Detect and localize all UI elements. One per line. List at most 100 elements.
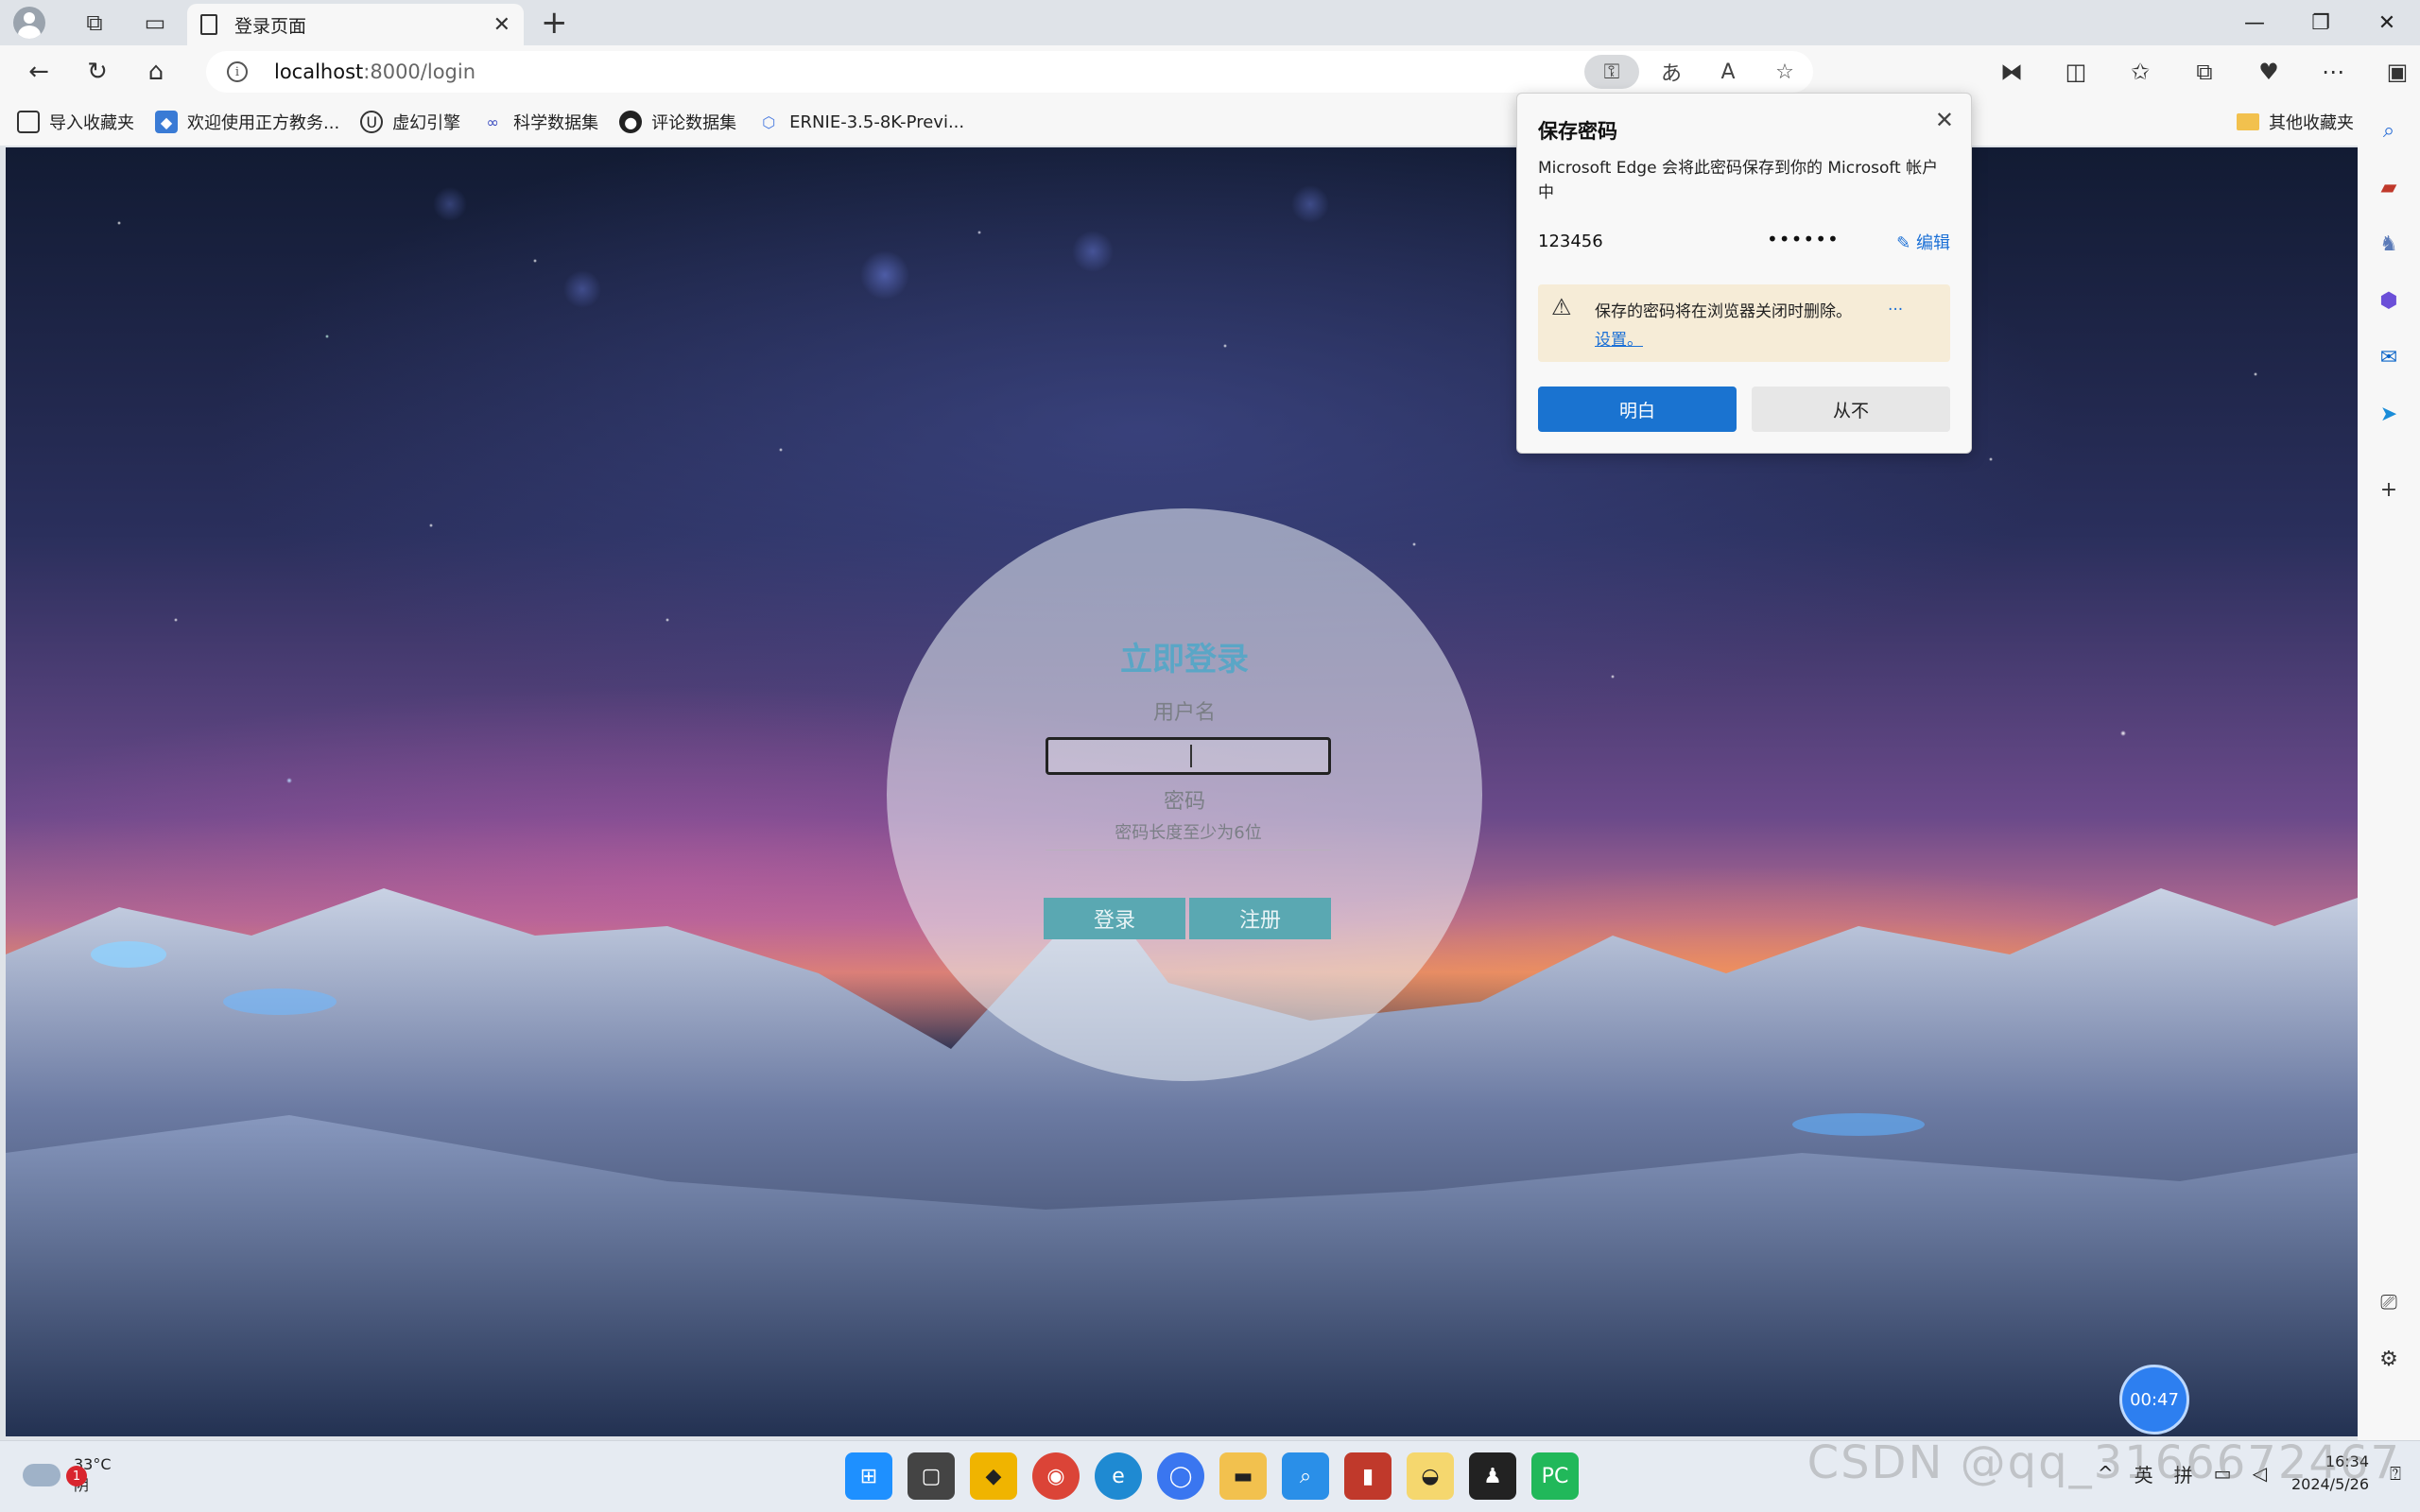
split-screen-icon[interactable]: ◫: [2044, 59, 2108, 85]
warning-more-link[interactable]: ...: [1888, 296, 1903, 315]
paint-app-icon[interactable]: ◒: [1407, 1452, 1454, 1500]
signal-icon[interactable]: ◯: [1157, 1452, 1204, 1500]
add-sidebar-icon[interactable]: +: [2370, 471, 2408, 508]
dataset-icon: ∞: [486, 112, 499, 131]
pencil-icon: ✎: [1896, 233, 1911, 253]
login-form: 立即登录 用户名 密码 登录 注册: [887, 508, 1482, 1081]
fav-item-zf[interactable]: ◆ 欢迎使用正方教务...: [155, 110, 339, 134]
translate-icon[interactable]: あ: [1643, 57, 1700, 87]
login-page: 立即登录 用户名 密码 登录 注册 00:47: [6, 147, 2358, 1436]
url-path: :8000/login: [363, 60, 476, 83]
minimize-button[interactable]: —: [2221, 0, 2288, 45]
favorites-icon[interactable]: ✩: [2108, 59, 2172, 85]
warning-icon: ⚠: [1551, 294, 1572, 320]
fav-item-github[interactable]: ● 评论数据集: [619, 110, 736, 134]
taskbar-apps: ⊞ ▢ ◆ ◉ e ◯ ▬ ⌕ ▮ ◒ ♟ PC: [845, 1452, 1594, 1500]
workspaces-icon[interactable]: ⧉: [74, 2, 115, 43]
text-caret: [1190, 745, 1192, 767]
warning-banner: ⚠ 保存的密码将在浏览器关闭时删除。 ... 设置。: [1538, 284, 1950, 362]
phone-app-icon[interactable]: ▮: [1344, 1452, 1392, 1500]
file-explorer-icon[interactable]: ▬: [1219, 1452, 1267, 1500]
fav-label: ERNIE-3.5-8K-Previ...: [789, 112, 965, 132]
settings-link[interactable]: 设置。: [1595, 326, 1643, 350]
fav-item-dataset[interactable]: ∞ 科学数据集: [481, 110, 599, 134]
tab-close-icon[interactable]: ✕: [493, 13, 510, 37]
folder-icon: [2237, 113, 2259, 130]
tools-icon[interactable]: ▰: [2370, 168, 2408, 206]
other-favorites-label: 其他收藏夹: [2269, 113, 2354, 133]
search-app-icon[interactable]: ⌕: [1282, 1452, 1329, 1500]
weather-widget[interactable]: 1 33°C 阴: [23, 1454, 112, 1496]
maximize-button[interactable]: ❐: [2288, 0, 2354, 45]
dialog-description: Microsoft Edge 会将此密码保存到你的 Microsoft 帐户中: [1538, 159, 1939, 202]
qq-icon[interactable]: ♟: [1469, 1452, 1516, 1500]
sidebar-toggle-icon[interactable]: ▣: [2365, 59, 2420, 85]
fav-label: 导入收藏夹: [49, 113, 134, 133]
url-host: localhost: [274, 60, 364, 83]
vertical-tabs-icon[interactable]: ▭: [134, 2, 176, 43]
toolbar: ← ↻ ⌂ i localhost:8000/login ⚿ あ A ☆ ⧓ ◫…: [0, 45, 2420, 98]
vpn-icon[interactable]: ◆: [970, 1452, 1017, 1500]
import-icon: [17, 111, 40, 133]
username-label: 用户名: [1152, 701, 1216, 725]
tab-strip: ⧉ ▭ 登录页面 ✕ + — ❐ ✕: [0, 0, 2420, 45]
refresh-button[interactable]: ↻: [68, 45, 127, 98]
dialog-title: 保存密码: [1538, 120, 1617, 143]
edit-link[interactable]: ✎ 编辑: [1896, 230, 1950, 254]
save-password-dialog: 保存密码 ✕ Microsoft Edge 会将此密码保存到你的 Microso…: [1516, 93, 1972, 454]
games-icon[interactable]: ♞: [2370, 225, 2408, 263]
fav-label: 虚幻引擎: [392, 113, 461, 133]
back-button[interactable]: ←: [9, 45, 68, 98]
dialog-close-icon[interactable]: ✕: [1935, 107, 1954, 133]
home-button[interactable]: ⌂: [127, 45, 185, 98]
task-view-icon[interactable]: ▢: [908, 1452, 955, 1500]
cloud-icon: [23, 1464, 60, 1486]
never-button[interactable]: 从不: [1752, 387, 1950, 432]
login-button[interactable]: 登录: [1044, 898, 1185, 939]
username-input[interactable]: [1046, 737, 1331, 775]
password-key-icon[interactable]: ⚿: [1584, 55, 1639, 89]
other-favorites[interactable]: 其他收藏夹: [2237, 98, 2354, 146]
outlook-icon[interactable]: ✉: [2370, 338, 2408, 376]
extensions-icon[interactable]: ⧓: [1979, 59, 2044, 85]
csdn-watermark: CSDN @qq_3166672467: [1806, 1436, 2401, 1489]
site-info-icon[interactable]: i: [227, 61, 248, 82]
favorite-star-icon[interactable]: ☆: [1756, 60, 1813, 84]
browser-essentials-icon[interactable]: ♥: [2237, 59, 2301, 85]
fav-label: 欢迎使用正方教务...: [187, 113, 340, 133]
pycharm-icon[interactable]: PC: [1531, 1452, 1579, 1500]
window-controls: — ❐ ✕: [2221, 0, 2420, 45]
edit-label: 编辑: [1916, 233, 1950, 253]
search-icon[interactable]: ⌕: [2370, 112, 2408, 149]
read-aloud-icon[interactable]: A: [1700, 60, 1756, 84]
ernie-icon: ⬡: [762, 112, 776, 131]
password-label: 密码: [1163, 790, 1205, 814]
saved-username: 123456: [1538, 232, 1603, 251]
notification-badge: 1: [66, 1466, 87, 1486]
password-input[interactable]: [1046, 816, 1331, 850]
fav-label: 评论数据集: [651, 113, 737, 133]
fav-item-import[interactable]: 导入收藏夹: [17, 110, 134, 134]
chrome-icon[interactable]: ◉: [1032, 1452, 1080, 1500]
unreal-icon: U: [360, 111, 384, 133]
got-it-button[interactable]: 明白: [1538, 387, 1737, 432]
fav-item-unreal[interactable]: U 虚幻引擎: [360, 110, 460, 134]
new-tab-button[interactable]: +: [541, 4, 568, 42]
edge-icon[interactable]: e: [1095, 1452, 1142, 1500]
start-icon[interactable]: ⊞: [845, 1452, 892, 1500]
address-bar[interactable]: i localhost:8000/login ⚿ あ A ☆: [206, 51, 1813, 93]
more-menu-icon[interactable]: ⋯: [2301, 59, 2365, 85]
profile-avatar[interactable]: [13, 7, 45, 39]
toolbar-icons: ⧓ ◫ ✩ ⧉ ♥ ⋯ ▣: [1979, 45, 2420, 98]
screenshot-icon[interactable]: ⎚: [2370, 1283, 2408, 1321]
collections-icon[interactable]: ⧉: [2172, 59, 2237, 85]
register-button[interactable]: 注册: [1189, 898, 1331, 939]
fav-item-ernie[interactable]: ⬡ ERNIE-3.5-8K-Previ...: [757, 111, 964, 133]
settings-gear-icon[interactable]: ⚙: [2370, 1340, 2408, 1378]
copilot-icon[interactable]: ⬢: [2370, 282, 2408, 319]
close-window-button[interactable]: ✕: [2354, 0, 2420, 45]
send-icon[interactable]: ➤: [2370, 395, 2408, 433]
tab-login[interactable]: 登录页面 ✕: [187, 4, 524, 45]
timer-badge[interactable]: 00:47: [2119, 1365, 2189, 1435]
zf-icon: ◆: [155, 111, 178, 133]
